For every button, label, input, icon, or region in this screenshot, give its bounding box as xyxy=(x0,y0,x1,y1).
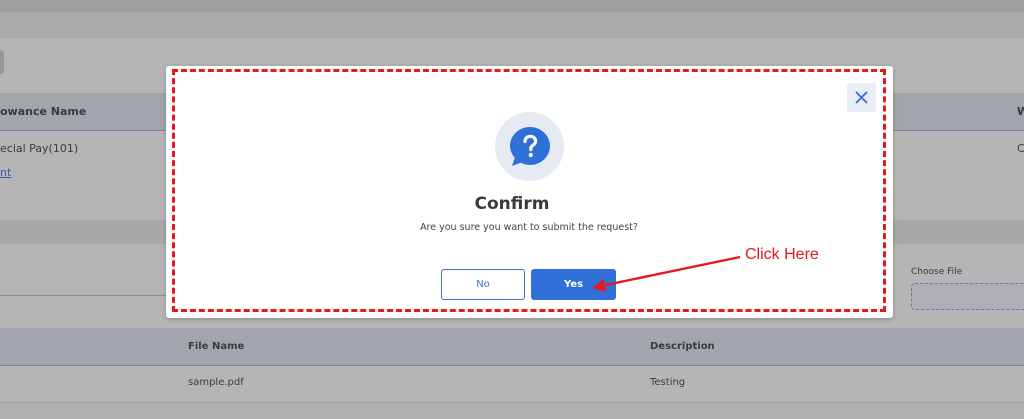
close-button[interactable] xyxy=(847,83,876,112)
question-chat-icon xyxy=(509,126,550,166)
confirm-dialog xyxy=(166,66,893,318)
close-icon xyxy=(855,91,868,104)
question-icon-wrapper xyxy=(495,112,564,181)
click-here-annotation: Click Here xyxy=(745,246,819,263)
yes-button[interactable]: Yes xyxy=(531,269,616,300)
dialog-message: Are you sure you want to submit the requ… xyxy=(420,222,638,233)
dialog-title: Confirm xyxy=(474,194,550,214)
no-button[interactable]: No xyxy=(441,269,525,300)
